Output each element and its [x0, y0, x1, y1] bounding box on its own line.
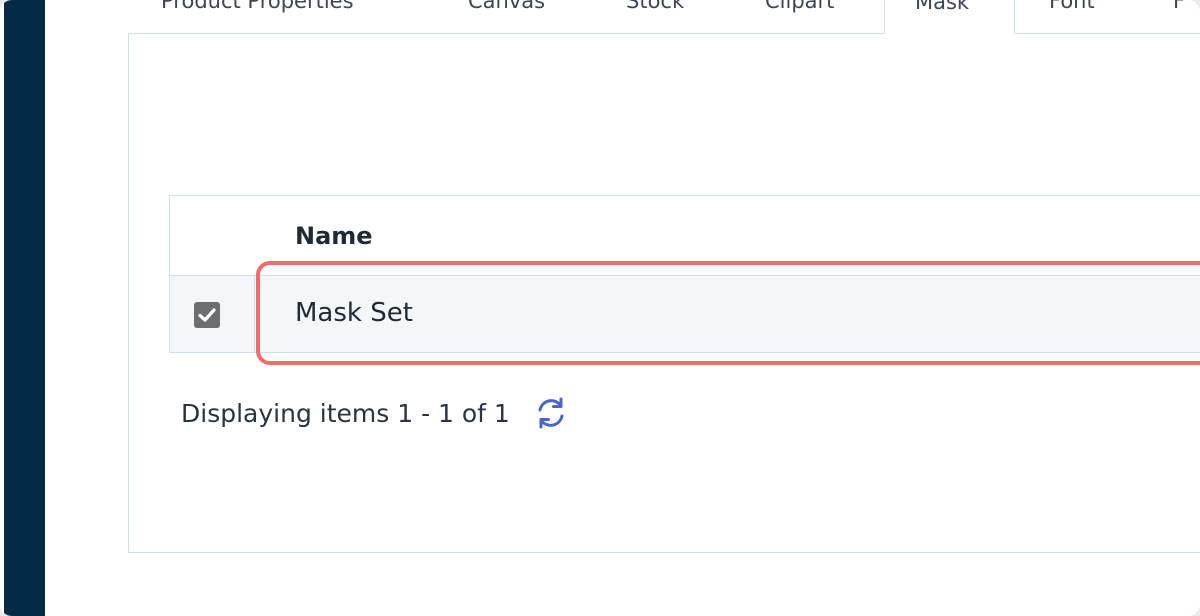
tab-font[interactable]: Font	[1049, 0, 1095, 34]
checkmark-icon	[198, 308, 216, 322]
tab-next[interactable]: F	[1173, 0, 1185, 34]
tab-canvas[interactable]: Canvas	[468, 0, 545, 34]
tab-product-properties[interactable]: Product Properties	[161, 0, 354, 34]
cell-name: Mask Set	[295, 298, 413, 328]
app-window: Product Properties Canvas Stock Clipart …	[0, 0, 1200, 616]
tab-stock[interactable]: Stock	[626, 0, 684, 34]
sidebar	[4, 0, 45, 616]
refresh-icon[interactable]	[532, 394, 570, 432]
tab-mask[interactable]: Mask	[884, 0, 1015, 34]
grid-pager: Displaying items 1 - 1 of 1	[181, 393, 570, 433]
table-row[interactable]: Mask Set	[170, 276, 1200, 352]
row-select-cell	[170, 276, 255, 352]
row-checkbox[interactable]	[194, 302, 220, 328]
column-header-name[interactable]: Name	[295, 222, 373, 250]
mask-grid: Name Mask Set	[169, 195, 1200, 353]
tab-strip: Product Properties Canvas Stock Clipart …	[128, 0, 1200, 34]
grid-header: Name	[170, 196, 1200, 276]
pager-info-text: Displaying items 1 - 1 of 1	[181, 398, 510, 428]
tab-clipart[interactable]: Clipart	[765, 0, 834, 34]
